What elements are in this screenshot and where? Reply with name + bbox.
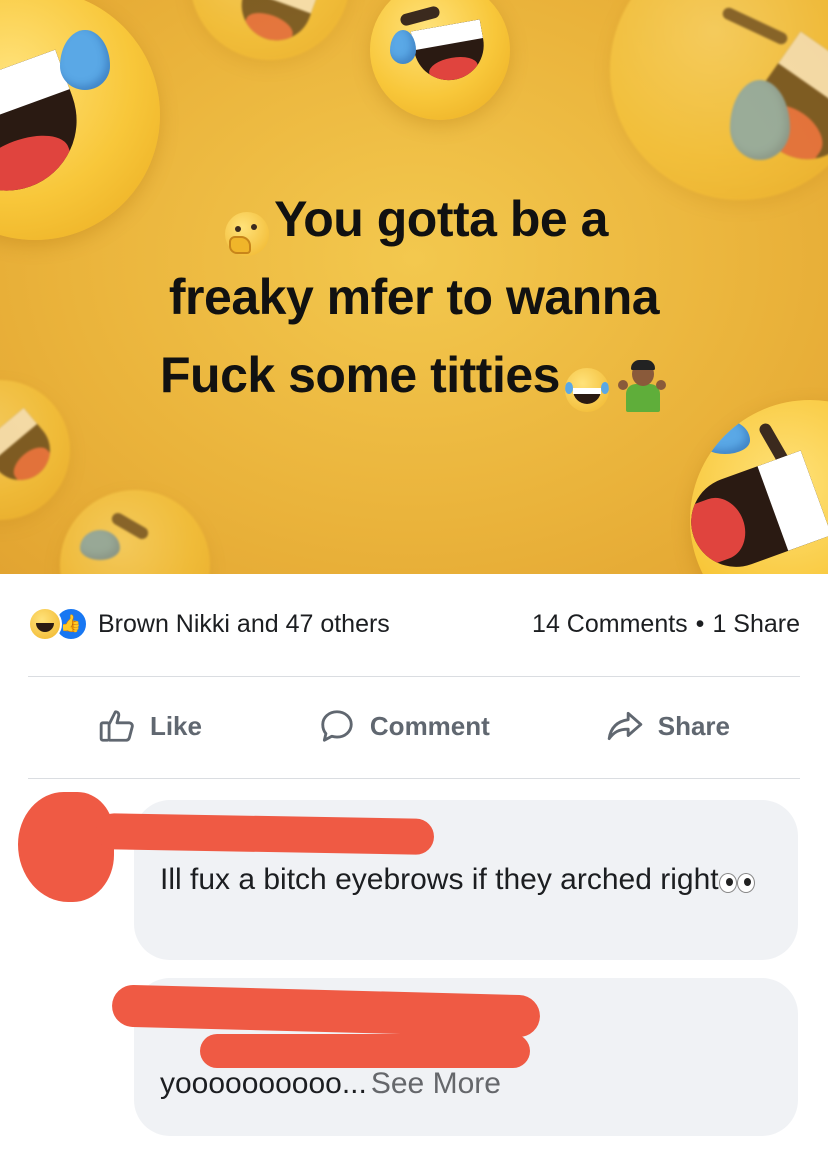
rolling-laughing-icon xyxy=(564,356,610,412)
redaction-mark xyxy=(95,813,435,855)
post-text-line-1: You gotta be a xyxy=(0,180,828,258)
redaction-mark xyxy=(200,1034,530,1068)
action-bar: Like Comment Share xyxy=(0,676,828,776)
comment-text-wrap: yoooooooooo... See More xyxy=(160,1064,501,1104)
shrug-icon xyxy=(617,356,666,412)
post-text-line-2: freaky mfer to wanna xyxy=(168,269,660,325)
comment-button[interactable]: Comment xyxy=(318,707,490,745)
comments-count[interactable]: 14 Comments xyxy=(532,610,688,638)
comment-text: yoooooooooo... xyxy=(160,1067,367,1100)
comment-text: Ill fux a bitch eyebrows if they arched … xyxy=(160,863,719,896)
laughing-emoji-icon xyxy=(370,0,510,120)
share-arrow-icon xyxy=(607,711,642,741)
share-label: Share xyxy=(657,710,730,741)
post-text: You gotta be a freaky mfer to wanna Fuck… xyxy=(0,180,828,414)
reactors-text[interactable]: Brown Nikki and 47 others xyxy=(98,610,532,639)
share-button[interactable]: Share xyxy=(606,707,730,745)
redaction-mark xyxy=(18,792,114,902)
laughing-emoji-icon xyxy=(60,490,210,574)
laughing-emoji-icon xyxy=(610,0,828,200)
post-image[interactable]: You gotta be a freaky mfer to wanna Fuck… xyxy=(0,0,828,574)
shares-count[interactable]: 1 Share xyxy=(712,610,800,638)
laughing-emoji-icon xyxy=(190,0,350,60)
reaction-icons[interactable]: 👍 xyxy=(28,607,88,641)
eyes-icon xyxy=(718,871,755,894)
engagement-counts: 14 Comments • 1 Share xyxy=(532,610,800,639)
comment-bubble-icon xyxy=(321,710,353,742)
see-more-link[interactable]: See More xyxy=(371,1067,501,1100)
reaction-summary: 👍 Brown Nikki and 47 others 14 Comments •… xyxy=(0,574,828,674)
haha-reaction-icon xyxy=(28,607,62,641)
laughing-emoji-icon xyxy=(690,400,828,574)
thinking-face-icon xyxy=(224,200,270,256)
post-text-line-3: Fuck some titties xyxy=(0,336,828,414)
separator-dot: • xyxy=(695,609,705,638)
like-label: Like xyxy=(149,710,202,741)
comment-label: Comment xyxy=(369,710,490,741)
like-button[interactable]: Like xyxy=(98,707,202,745)
thumbs-up-icon xyxy=(99,710,134,742)
divider xyxy=(28,778,800,779)
